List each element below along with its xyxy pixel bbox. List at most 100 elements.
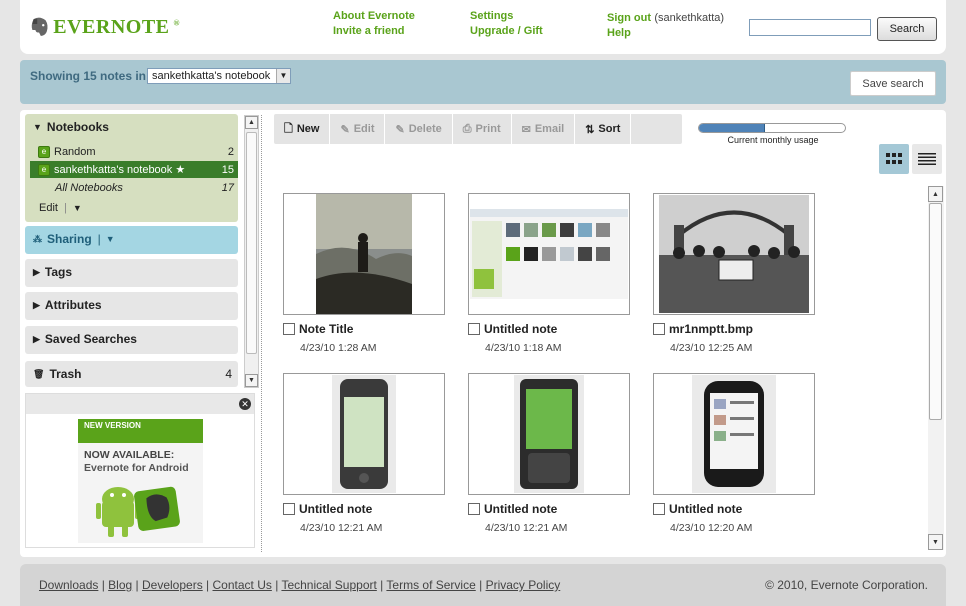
trash-title: Trash — [49, 367, 82, 381]
save-search-button[interactable]: Save search — [850, 71, 936, 96]
notes-filter-bar: Showing 15 notes in sankethkatta's noteb… — [20, 60, 946, 104]
notebook-edit-control[interactable]: Edit | ▼ — [39, 202, 82, 214]
contact-us-link[interactable]: Contact Us — [213, 578, 272, 592]
trash-section[interactable]: 🗑 Trash 4 — [25, 361, 238, 387]
sort-button[interactable]: ⇅ Sort — [575, 114, 632, 144]
sign-out-link[interactable]: Sign out — [607, 12, 651, 24]
edit-icon: ✎ — [340, 123, 350, 136]
search-button[interactable]: Search — [877, 17, 937, 41]
settings-link[interactable]: Settings — [470, 10, 543, 22]
edit-button[interactable]: ✎ Edit — [330, 114, 386, 144]
help-link[interactable]: Help — [607, 27, 724, 39]
developers-link[interactable]: Developers — [142, 578, 203, 592]
note-checkbox[interactable] — [468, 323, 480, 335]
grid-icon — [886, 153, 902, 164]
note-thumbnail[interactable] — [283, 193, 445, 315]
close-icon[interactable]: ✕ — [239, 398, 251, 410]
note-card[interactable]: Untitled note 4/23/10 12:20 AM — [653, 373, 815, 534]
trash-count: 4 — [225, 367, 232, 381]
note-thumbnail[interactable] — [283, 373, 445, 495]
photo-thumbnail — [659, 195, 809, 313]
android-evernote-icon — [96, 486, 180, 537]
note-checkbox[interactable] — [653, 323, 665, 335]
note-thumbnail[interactable] — [653, 193, 815, 315]
note-thumbnail[interactable] — [468, 373, 630, 495]
promo-line1: NOW AVAILABLE: — [84, 449, 175, 461]
note-card[interactable]: Untitled note 4/23/10 12:21 AM — [468, 373, 630, 534]
saved-searches-title: Saved Searches — [44, 332, 137, 346]
notes-scroll-thumb[interactable] — [929, 203, 942, 420]
delete-icon: ✎ — [395, 123, 405, 136]
notebook-count: 15 — [221, 163, 234, 176]
header-links-col2: Settings Upgrade / Gift — [470, 10, 543, 37]
notebook-item-all[interactable]: All Notebooks 17 — [30, 179, 238, 196]
notebook-select[interactable]: sankethkatta's notebook ▼ — [147, 68, 291, 84]
sharing-section[interactable]: ⁂ Sharing | ▼ — [25, 226, 238, 254]
blog-link[interactable]: Blog — [108, 578, 132, 592]
downloads-link[interactable]: Downloads — [39, 578, 98, 592]
note-checkbox[interactable] — [283, 503, 295, 515]
chevron-down-icon: ▼ — [105, 234, 115, 244]
saved-searches-section[interactable]: ▶ Saved Searches — [25, 326, 238, 354]
note-date: 4/23/10 12:21 AM — [300, 522, 383, 534]
phone-thumbnail — [332, 375, 396, 493]
copyright: © 2010, Evernote Corporation. — [765, 578, 928, 592]
chevron-down-icon: ▼ — [276, 69, 290, 83]
new-version-badge: NEW VERSION — [78, 419, 203, 443]
terms-of-service-link[interactable]: Terms of Service — [386, 578, 475, 592]
notebook-item-sankethkatta[interactable]: e sankethkatta's notebook ★ 15 — [30, 161, 238, 178]
note-title: Untitled note — [484, 502, 558, 516]
notebooks-title: Notebooks — [46, 120, 109, 134]
note-checkbox[interactable] — [653, 503, 665, 515]
upgrade-gift-link[interactable]: Upgrade / Gift — [470, 25, 543, 37]
note-card[interactable]: mr1nmptt.bmp 4/23/10 12:25 AM — [653, 193, 815, 354]
tags-title: Tags — [44, 265, 73, 279]
search-input[interactable] — [749, 19, 871, 36]
delete-button[interactable]: ✎ Delete — [385, 114, 453, 144]
tags-section[interactable]: ▶ Tags — [25, 259, 238, 287]
scroll-down-icon[interactable]: ▼ — [245, 374, 258, 387]
phone-thumbnail — [692, 375, 776, 493]
privacy-policy-link[interactable]: Privacy Policy — [486, 578, 561, 592]
new-note-button[interactable]: 🗋 New — [274, 114, 331, 144]
notes-toolbar: 🗋 New ✎ Edit ✎ Delete ⎙ Print ✉ Email ⇅ Sort — [274, 114, 682, 144]
scroll-down-icon[interactable]: ▼ — [928, 534, 943, 550]
header: EVERNOTE ® About Evernote Invite a friend… — [20, 0, 946, 54]
email-button[interactable]: ✉ Email — [512, 114, 576, 144]
sidebar-scrollbar[interactable]: ▲ ▼ — [244, 115, 259, 388]
technical-support-link[interactable]: Technical Support — [281, 578, 376, 592]
notebook-count: 17 — [221, 181, 234, 194]
notebook-item-random[interactable]: e Random 2 — [30, 143, 238, 160]
notebooks-header[interactable]: ▼ Notebooks — [25, 114, 238, 140]
grid-view-button[interactable] — [879, 144, 909, 174]
sharing-icon: ⁂ — [33, 233, 42, 244]
header-links-col3: Sign out (sankethkatta) Help — [607, 10, 724, 39]
note-title: Note Title — [299, 322, 354, 336]
pane-splitter[interactable] — [261, 115, 263, 552]
footer: Downloads | Blog | Developers | Contact … — [20, 564, 946, 606]
scroll-up-icon[interactable]: ▲ — [928, 186, 943, 202]
scroll-up-icon[interactable]: ▲ — [245, 116, 258, 129]
notes-scrollbar[interactable]: ▲ ▼ — [928, 186, 944, 550]
note-checkbox[interactable] — [283, 323, 295, 335]
attributes-section[interactable]: ▶ Attributes — [25, 292, 238, 320]
note-card[interactable]: Untitled note 4/23/10 12:21 AM — [283, 373, 445, 534]
list-view-button[interactable] — [912, 144, 942, 174]
evernote-logo[interactable]: EVERNOTE ® — [30, 8, 180, 46]
note-thumbnail[interactable] — [468, 193, 630, 315]
notebook-icon: e — [38, 163, 50, 176]
android-promo[interactable]: NEW VERSION NOW AVAILABLE: Evernote for … — [78, 419, 203, 543]
notebook-name: All Notebooks — [55, 181, 123, 194]
footer-links: Downloads | Blog | Developers | Contact … — [39, 578, 561, 592]
usage-bar — [698, 123, 846, 133]
note-card[interactable]: Note Title 4/23/10 1:28 AM — [283, 193, 445, 354]
showing-label: Showing 15 notes in — [30, 69, 147, 83]
invite-friend-link[interactable]: Invite a friend — [333, 25, 415, 37]
note-card[interactable]: Untitled note 4/23/10 1:18 AM — [468, 193, 630, 354]
header-links-col1: About Evernote Invite a friend — [333, 10, 415, 37]
sidebar-scroll-thumb[interactable] — [246, 132, 257, 354]
note-checkbox[interactable] — [468, 503, 480, 515]
print-button[interactable]: ⎙ Print — [453, 114, 512, 144]
note-thumbnail[interactable] — [653, 373, 815, 495]
about-evernote-link[interactable]: About Evernote — [333, 10, 415, 22]
